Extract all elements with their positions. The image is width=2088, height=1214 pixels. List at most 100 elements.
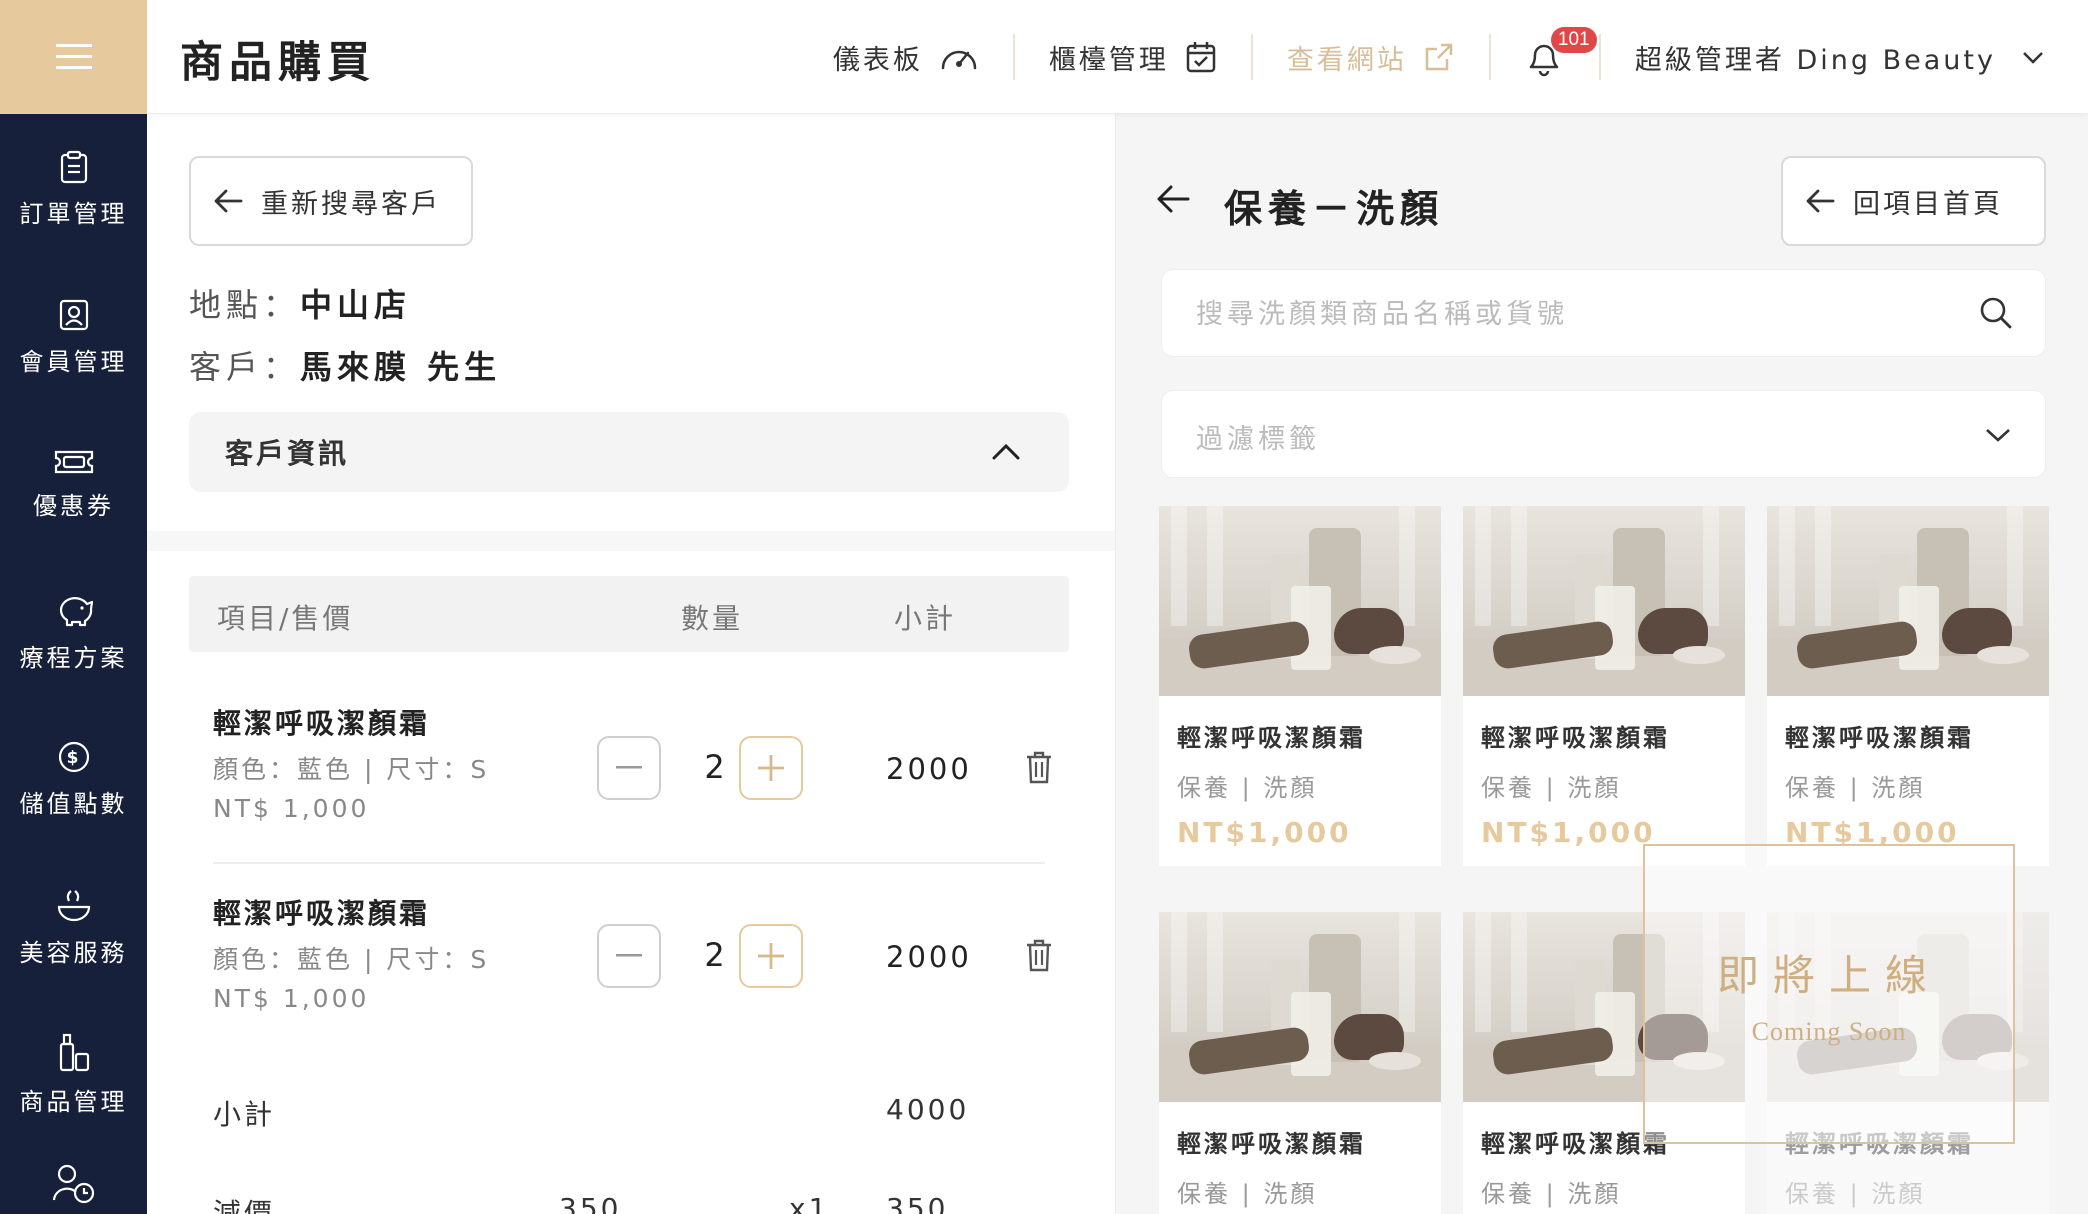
col-item: 項目/售價 [217, 602, 354, 635]
discount-qty: x1 [789, 1192, 830, 1214]
location-value: 中山店 [300, 286, 412, 324]
section-divider [147, 531, 1115, 551]
top-header: 商品購買 儀表板 櫃檯管理 查看網站 101 超級管理者 Ding Beauty [0, 0, 2088, 114]
product-bottle-icon [59, 1033, 89, 1071]
product-tag: 保養 | 洗顏 [1481, 774, 1622, 802]
item-spec: 顏色：藍色 | 尺寸：S [213, 755, 490, 784]
chevron-up-icon [992, 443, 1020, 460]
cart-row: 輕潔呼吸潔顏霜 顏色：藍色 | 尺寸：S NT$ 1,000 2 2000 [189, 864, 1069, 1052]
sidebar-item-products[interactable]: 商品管理 [0, 1019, 147, 1129]
dollar-coin-icon: $ [58, 741, 89, 772]
summary-value: 4000 [886, 1093, 970, 1126]
sidebar-item-label: 商品管理 [19, 1087, 128, 1116]
header-nav: 儀表板 櫃檯管理 查看網站 101 超級管理者 Ding Beauty [799, 0, 2088, 114]
discount-total: 350 [886, 1192, 949, 1214]
discount-label: 減價 [213, 1197, 276, 1214]
coming-soon-en: Coming Soon [1751, 1016, 1907, 1046]
clipboard-icon [60, 150, 87, 183]
product-search [1161, 269, 2046, 357]
product-name: 輕潔呼吸潔顏霜 [1481, 1130, 1670, 1158]
product-price: NT$1,000 [1177, 816, 1352, 849]
location-line: 地點：中山店 [189, 280, 411, 326]
product-tag: 保養 | 洗顏 [1177, 774, 1318, 802]
product-name: 輕潔呼吸潔顏霜 [1481, 724, 1670, 752]
spa-icon [57, 889, 90, 921]
discount-row: 減價 350 x1 350 [189, 1170, 1069, 1214]
product-image [1767, 506, 2049, 696]
item-price: NT$ 1,000 [213, 984, 370, 1013]
product-card[interactable]: 輕潔呼吸潔顏霜 保養 | 洗顏 NT$1,000 [1767, 506, 2049, 866]
customer-label: 客戶： [189, 348, 301, 386]
item-spec: 顏色：藍色 | 尺寸：S [213, 945, 490, 974]
external-link-icon [1425, 43, 1453, 71]
product-tag: 保養 | 洗顏 [1177, 1180, 1318, 1208]
product-tag: 保養 | 洗顏 [1481, 1180, 1622, 1208]
research-customer-button[interactable]: 重新搜尋客戶 [189, 156, 473, 246]
page-title: 商品購買 [180, 38, 376, 88]
back-home-button[interactable]: 回項目首頁 [1781, 156, 2046, 246]
product-card[interactable]: 輕潔呼吸潔顏霜 保養 | 洗顏 NT$1,000 [1463, 506, 1745, 866]
product-image [1463, 506, 1745, 696]
nav-dashboard[interactable]: 儀表板 [799, 34, 1013, 80]
trash-icon[interactable] [1025, 938, 1053, 972]
search-icon[interactable] [1979, 296, 2013, 330]
sidebar-item-coupons[interactable]: 優惠券 [0, 429, 147, 539]
customer-line: 客戶：馬來膜 先生 [189, 342, 501, 388]
sidebar-item-beauty-services[interactable]: 美容服務 [0, 872, 147, 982]
member-card-icon [59, 299, 88, 330]
qty-decrease-button[interactable] [597, 736, 661, 800]
customer-info-toggle[interactable]: 客戶資訊 [189, 412, 1069, 492]
qty-value: 2 [704, 748, 728, 786]
trash-icon[interactable] [1025, 750, 1053, 784]
plus-icon [758, 943, 784, 969]
table-header: 項目/售價 數量 小計 [189, 576, 1069, 652]
sidebar-item-label: 訂單管理 [19, 199, 128, 228]
nav-notifications[interactable]: 101 [1491, 27, 1599, 80]
customer-value: 馬來膜 先生 [300, 348, 502, 386]
sidebar-item-members[interactable]: 會員管理 [0, 282, 147, 392]
qty-increase-button[interactable] [739, 736, 803, 800]
summary-label: 小計 [213, 1098, 276, 1131]
sidebar-item-label: 儲值點數 [19, 789, 128, 818]
plus-icon [758, 755, 784, 781]
cart-list: 輕潔呼吸潔顏霜 顏色：藍色 | 尺寸：S NT$ 1,000 2 2000 輕潔… [189, 674, 1069, 1050]
location-label: 地點： [189, 286, 301, 324]
search-input[interactable] [1196, 292, 1956, 336]
research-customer-label: 重新搜尋客戶 [261, 188, 441, 220]
product-tag: 保養 | 洗顏 [1785, 1180, 1926, 1208]
sidebar-item-label: 會員管理 [19, 347, 128, 376]
sidebar-item-staff[interactable] [0, 1164, 147, 1214]
product-card[interactable]: 輕潔呼吸潔顏霜 保養 | 洗顏 [1159, 912, 1441, 1214]
arrow-left-icon [214, 189, 243, 213]
nav-counter[interactable]: 櫃檯管理 [1015, 34, 1251, 80]
sidebar-item-treatments[interactable]: 療程方案 [0, 577, 147, 687]
chevron-down-icon [2023, 52, 2043, 64]
user-menu[interactable]: 超級管理者 Ding Beauty [1601, 34, 2088, 80]
calendar-check-icon [1186, 42, 1216, 73]
sidebar-item-label: 優惠券 [33, 491, 114, 520]
piggy-bank-icon [59, 596, 93, 626]
product-card[interactable]: 輕潔呼吸潔顏霜 保養 | 洗顏 NT$1,000 [1159, 506, 1441, 866]
filter-placeholder: 過濾標籤 [1196, 424, 1320, 455]
nav-view-site[interactable]: 查看網站 [1253, 34, 1489, 80]
sidebar-item-points[interactable]: $ 儲值點數 [0, 724, 147, 834]
gauge-icon [941, 50, 977, 70]
tag-filter-dropdown[interactable]: 過濾標籤 [1161, 390, 2046, 478]
qty-increase-button[interactable] [739, 924, 803, 988]
qty-value: 2 [704, 936, 728, 974]
arrow-left-icon [1806, 189, 1835, 213]
menu-toggle-button[interactable] [0, 0, 147, 114]
cart-row: 輕潔呼吸潔顏霜 顏色：藍色 | 尺寸：S NT$ 1,000 2 2000 [189, 674, 1069, 864]
product-price: NT$1,000 [1481, 816, 1656, 849]
qty-decrease-button[interactable] [597, 924, 661, 988]
ticket-icon [54, 450, 93, 473]
chevron-down-icon [1986, 429, 2010, 442]
col-subtotal: 小計 [894, 602, 957, 635]
nav-counter-label: 櫃檯管理 [1048, 44, 1169, 76]
sidebar-item-orders[interactable]: 訂單管理 [0, 134, 147, 244]
summary-row: 小計 4000 [189, 1073, 1069, 1147]
product-image [1159, 506, 1441, 696]
back-arrow-icon[interactable] [1156, 184, 1190, 214]
notification-badge: 101 [1550, 27, 1597, 53]
minus-icon [616, 766, 642, 769]
